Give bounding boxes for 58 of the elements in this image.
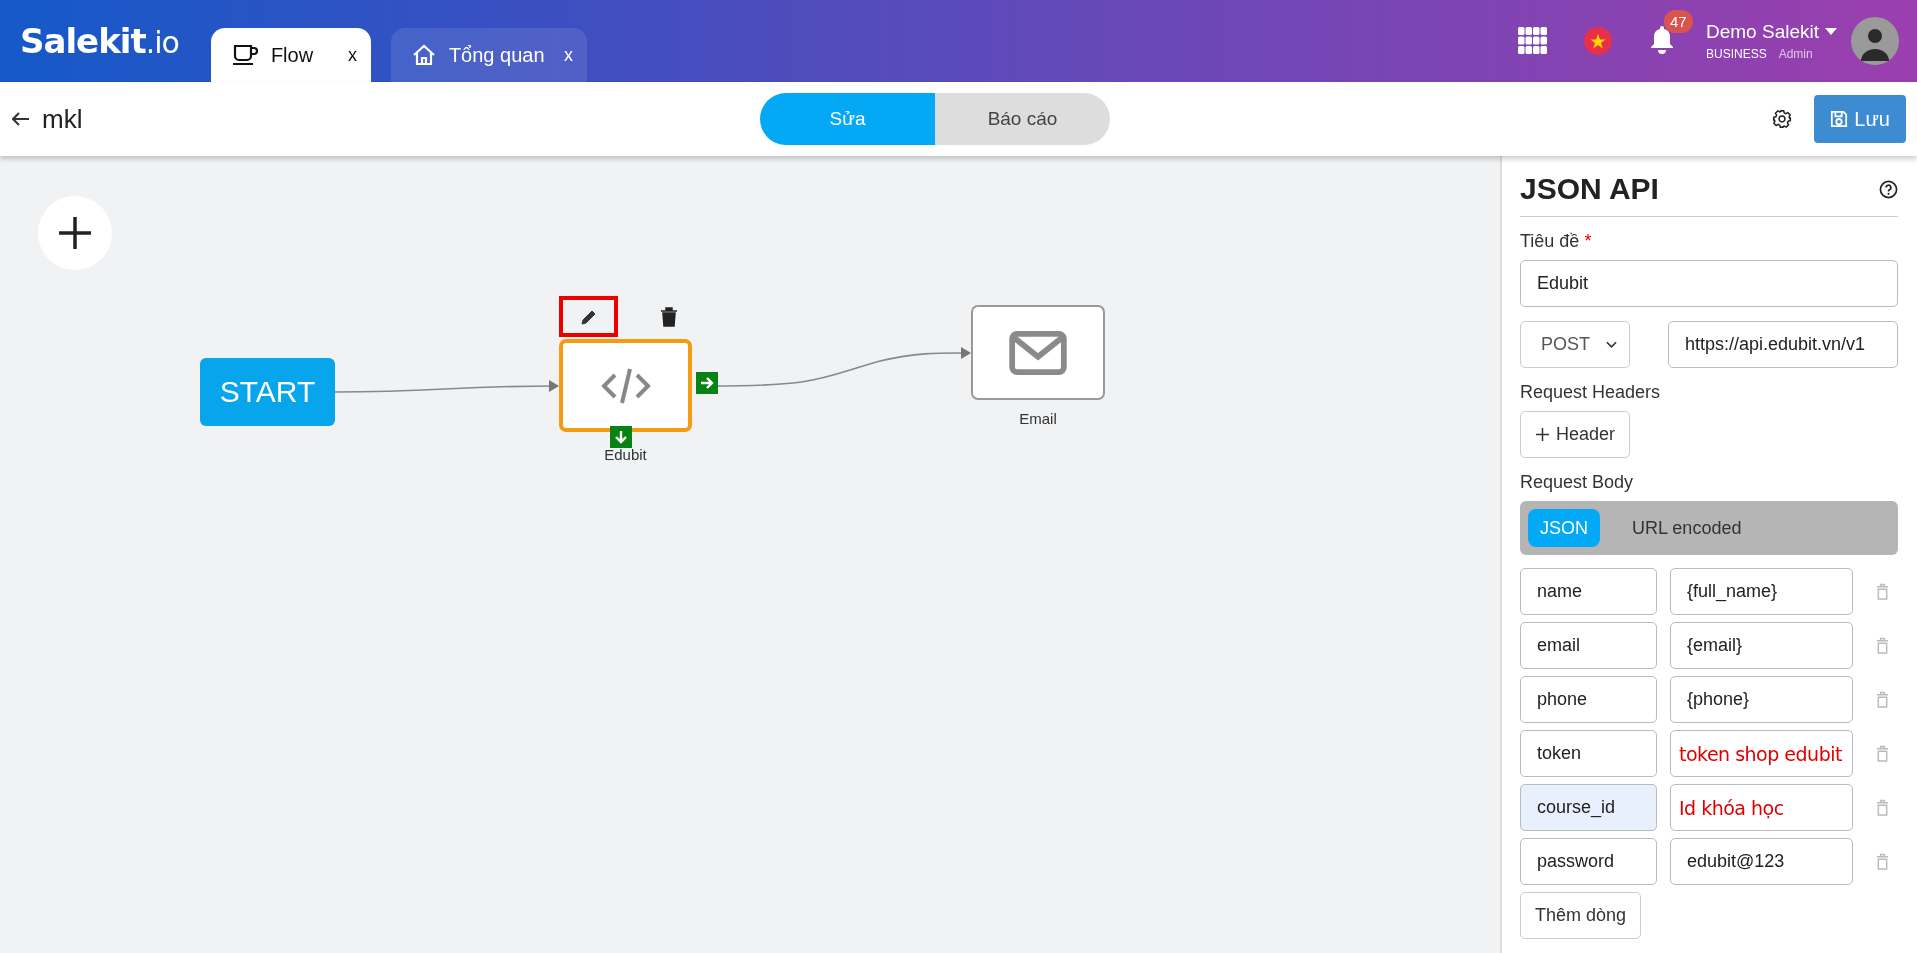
user-name[interactable]: Demo Salekit (1706, 21, 1819, 43)
key-field[interactable]: token (1520, 730, 1657, 777)
mode-tab[interactable]: Báo cáo (935, 93, 1110, 145)
add-header-button[interactable]: Header (1520, 411, 1631, 458)
key-field[interactable]: phone (1520, 676, 1657, 723)
edit-button[interactable] (559, 296, 618, 337)
section-label: Request Body (1520, 472, 1635, 493)
add-row-button[interactable]: Thêm dòng (1520, 892, 1642, 939)
node-label: Edubit (603, 446, 648, 463)
output-port[interactable] (696, 372, 718, 394)
chevron-down-icon (1606, 340, 1617, 349)
avatar[interactable] (1851, 17, 1899, 65)
value-field[interactable]: token shop edubit (1670, 730, 1853, 777)
tab-close[interactable]: x (563, 44, 573, 66)
method-select[interactable]: POST (1520, 321, 1630, 368)
flag-icon[interactable] (1584, 27, 1612, 55)
flow-title: mkl (42, 103, 84, 135)
node-label: Email (1018, 410, 1058, 427)
output-port[interactable] (610, 426, 632, 448)
trash-icon[interactable] (660, 306, 678, 327)
save-icon (1830, 110, 1849, 128)
value-field[interactable]: {email} (1670, 622, 1853, 669)
arrow-right-icon (699, 375, 715, 391)
back-arrow-icon[interactable] (12, 112, 30, 126)
tab[interactable]: Tổng quan x (390, 28, 587, 82)
role-label: Admin (1778, 47, 1813, 61)
notification-badge: 47 (1664, 10, 1693, 33)
body-type-tab[interactable]: URL encoded (1620, 509, 1754, 547)
key-field[interactable]: password (1520, 838, 1657, 885)
required-mark: * (1584, 231, 1592, 251)
plus-icon (1535, 427, 1550, 442)
plus-icon (57, 215, 93, 251)
settings-icon[interactable] (1772, 109, 1793, 129)
cup-icon (230, 43, 259, 67)
value-field[interactable]: edubit@123 (1670, 838, 1853, 885)
logo[interactable]: Salekit.io (20, 21, 179, 61)
value-field[interactable]: {phone} (1670, 676, 1853, 723)
section-label: Request Headers (1520, 382, 1662, 403)
key-field[interactable]: name (1520, 568, 1657, 615)
caret-icon[interactable] (1825, 28, 1837, 36)
value-field[interactable]: Id khóa học (1670, 784, 1853, 831)
tab[interactable]: Flow x (210, 28, 371, 82)
save-button[interactable]: Lưu (1814, 95, 1906, 143)
arrow-down-icon (613, 429, 629, 445)
url-field[interactable]: https://api.edubit.vn/v1 (1668, 321, 1898, 368)
title-field[interactable]: Edubit (1520, 260, 1898, 307)
help-icon[interactable] (1879, 179, 1898, 199)
field-label: Tiêu đề (1520, 231, 1580, 251)
plan-label: BUSINESS (1706, 47, 1767, 61)
key-field[interactable]: course_id (1520, 784, 1657, 831)
envelope-icon (1009, 330, 1067, 375)
panel-title: JSON API (1520, 172, 1659, 206)
email-node[interactable] (971, 305, 1105, 400)
code-node[interactable] (559, 339, 692, 432)
value-field[interactable]: {full_name} (1670, 568, 1853, 615)
tab-close[interactable]: x (347, 44, 357, 66)
apps-grid-icon[interactable] (1518, 27, 1548, 55)
key-field[interactable]: email (1520, 622, 1657, 669)
